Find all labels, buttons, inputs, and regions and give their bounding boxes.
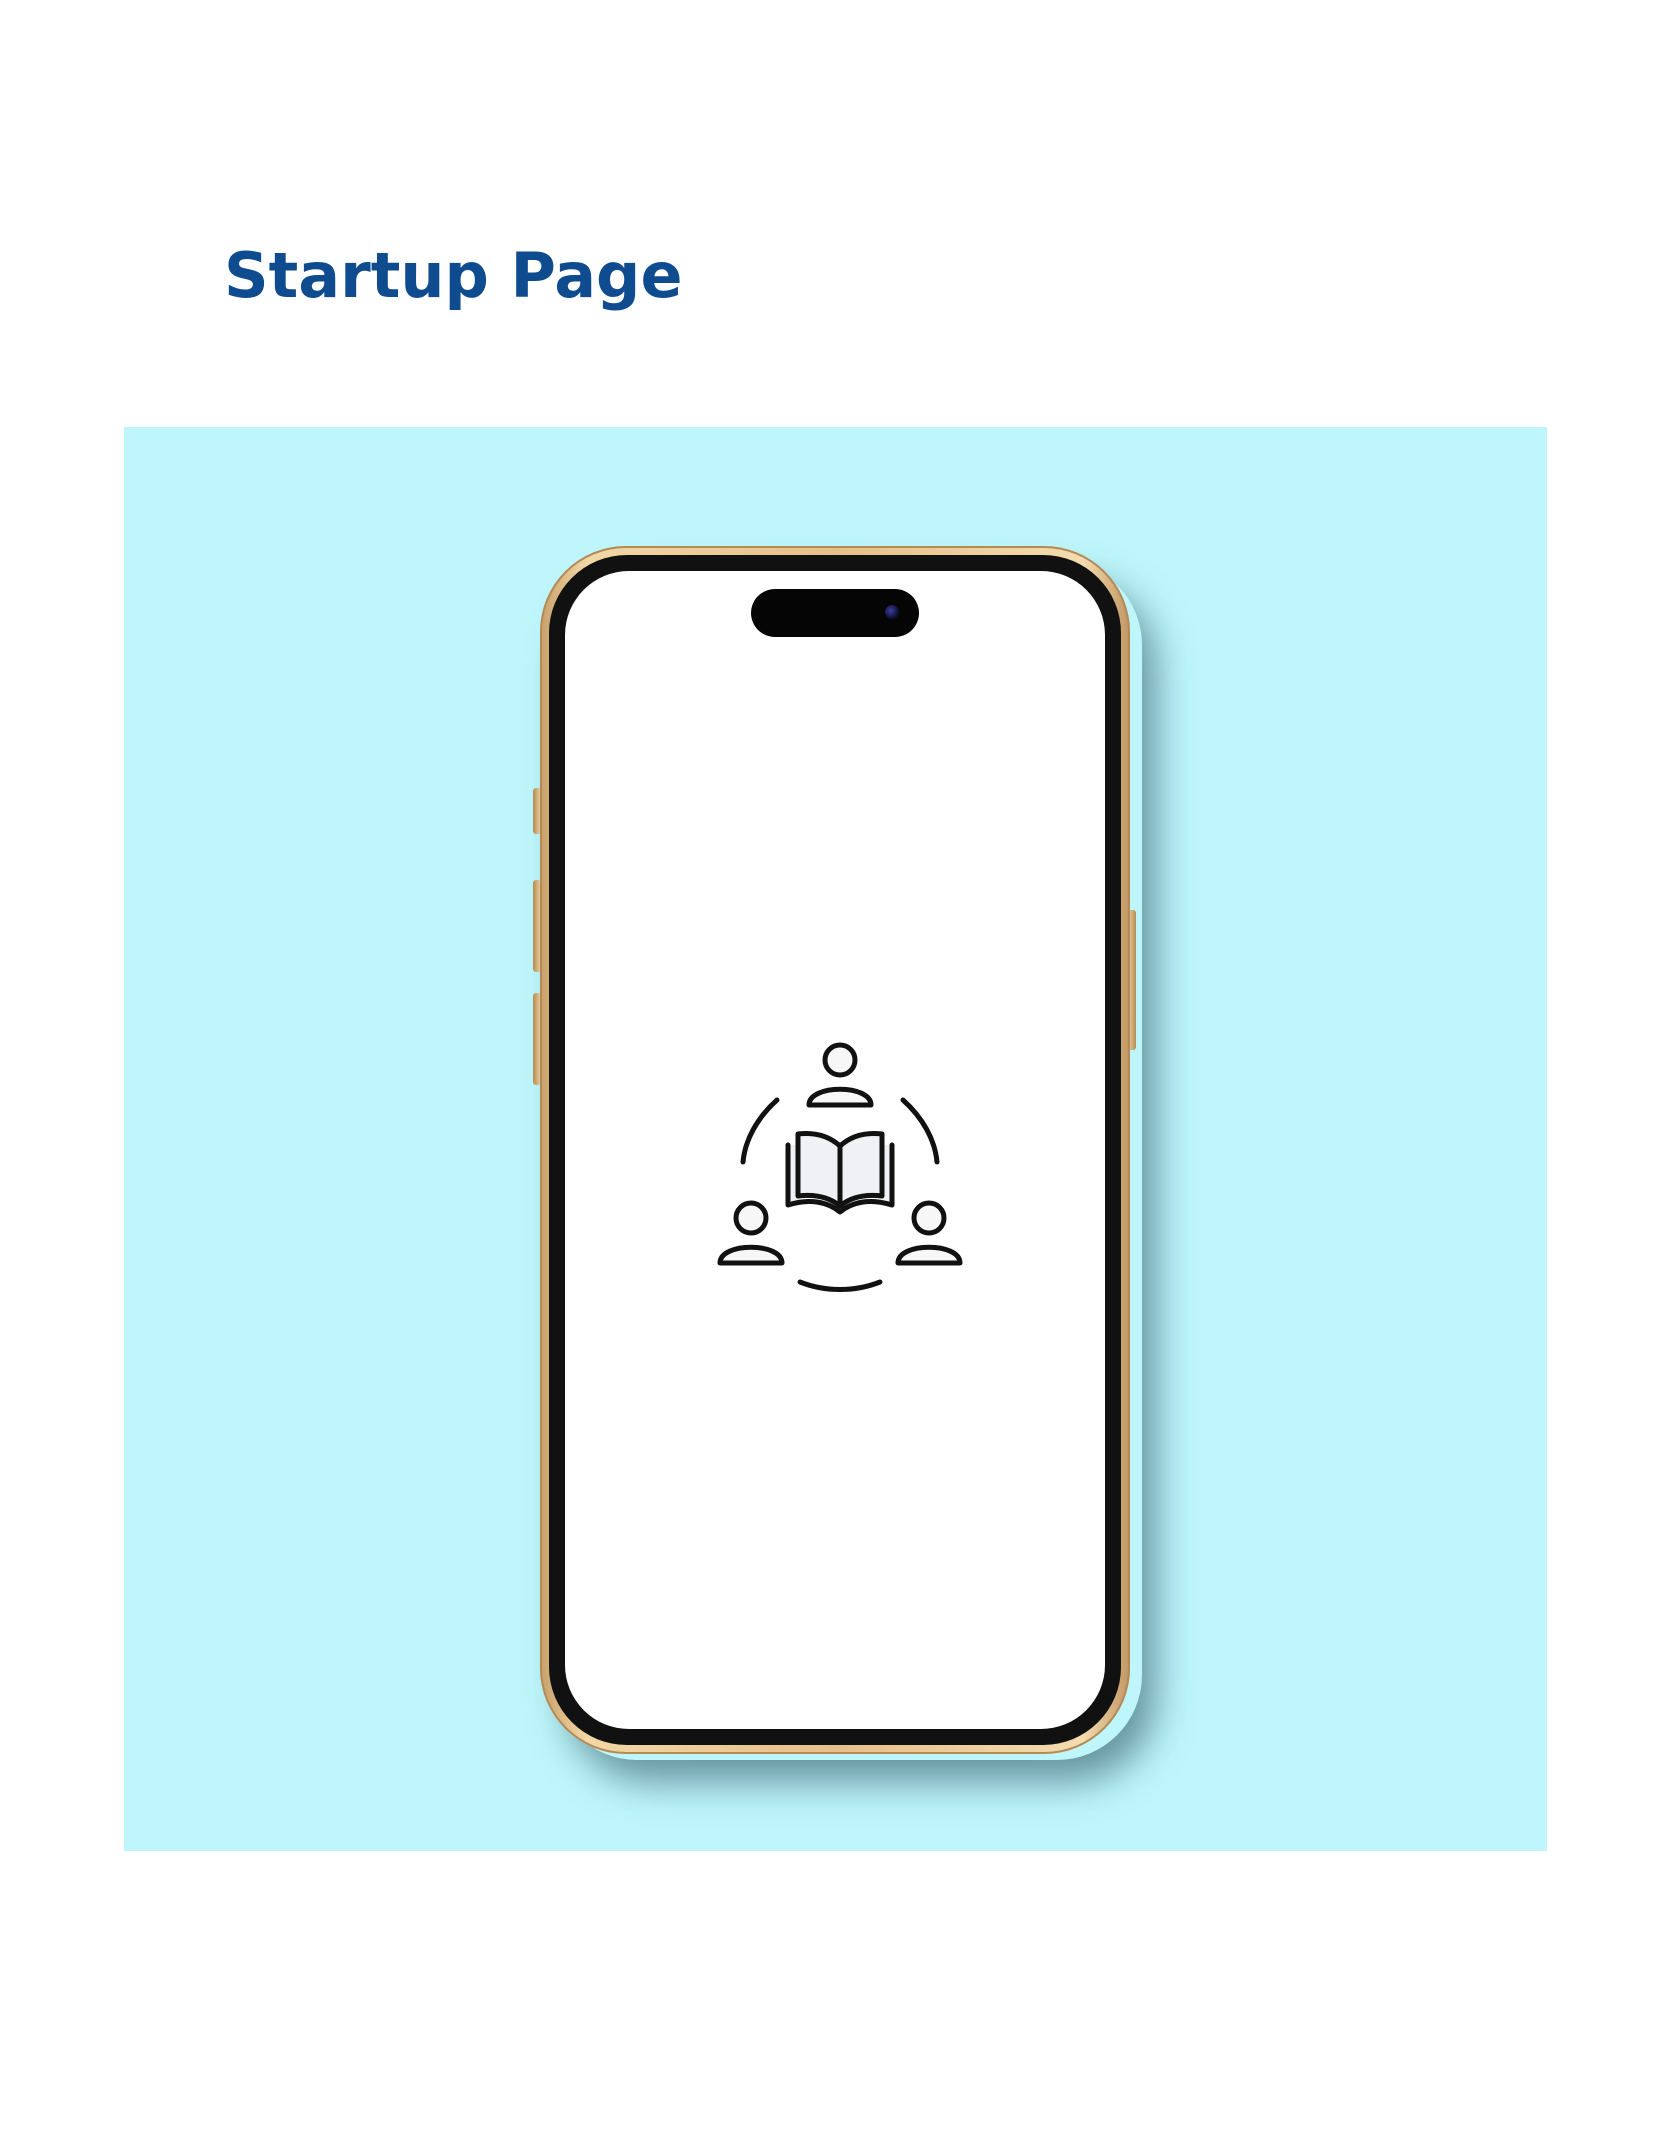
splash-logo: [715, 1040, 965, 1300]
front-camera-icon: [885, 605, 899, 619]
group-reading-book-icon: [717, 1042, 963, 1292]
dynamic-island: [751, 589, 919, 637]
page-title: Startup Page: [224, 239, 683, 312]
